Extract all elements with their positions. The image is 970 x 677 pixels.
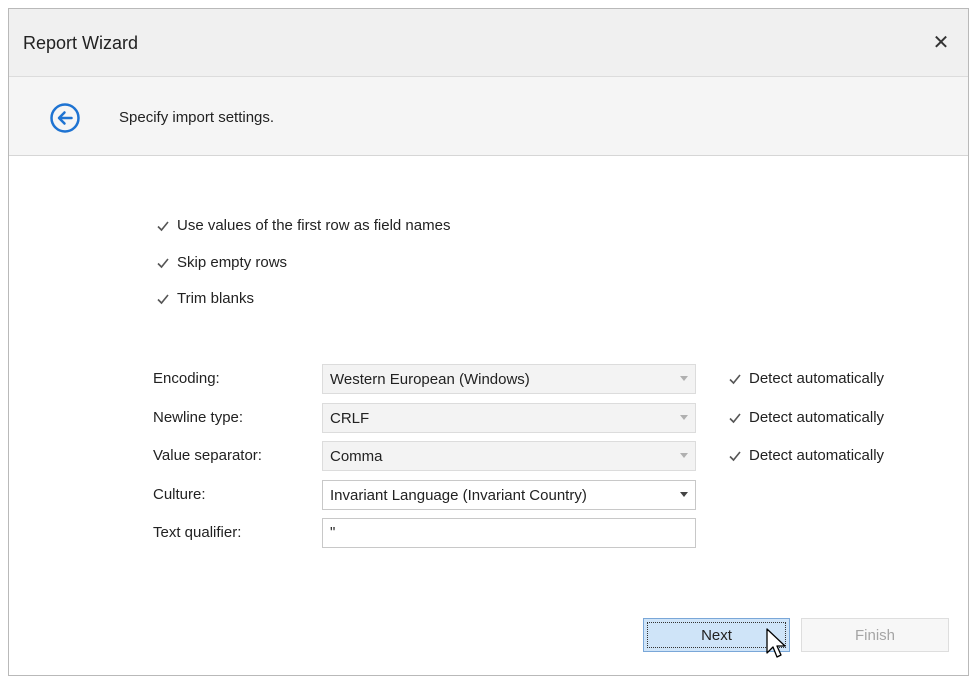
- culture-label: Culture:: [153, 486, 206, 503]
- checkmark-icon[interactable]: [727, 410, 743, 426]
- culture-select[interactable]: Invariant Language (Invariant Country): [322, 480, 696, 510]
- encoding-label: Encoding:: [153, 370, 220, 387]
- close-icon[interactable]: ✕: [930, 31, 952, 54]
- newline-detect-checkbox[interactable]: Detect automatically: [727, 409, 884, 426]
- checkmark-icon[interactable]: [155, 218, 171, 234]
- detect-label: Detect automatically: [749, 409, 885, 426]
- mouse-pointer-icon: [766, 628, 786, 658]
- detect-label: Detect automatically: [749, 447, 885, 464]
- wizard-header: Specify import settings.: [9, 77, 968, 156]
- separator-select[interactable]: Comma: [322, 441, 696, 471]
- chevron-down-icon: [680, 492, 688, 497]
- encoding-select[interactable]: Western European (Windows): [322, 364, 696, 394]
- option-first-row-field-names[interactable]: Use values of the first row as field nam…: [155, 217, 450, 234]
- option-label: Trim blanks: [177, 290, 254, 307]
- chevron-down-icon: [680, 415, 688, 420]
- option-label: Skip empty rows: [177, 254, 288, 271]
- checkmark-icon[interactable]: [155, 291, 171, 307]
- option-trim-blanks[interactable]: Trim blanks: [155, 290, 254, 307]
- separator-detect-checkbox[interactable]: Detect automatically: [727, 447, 884, 464]
- checkmark-icon[interactable]: [727, 448, 743, 464]
- report-wizard-window: Report Wizard ✕ Specify import settings.: [8, 8, 969, 676]
- encoding-value: Western European (Windows): [330, 371, 530, 388]
- separator-value: Comma: [330, 448, 383, 465]
- text-qualifier-label: Text qualifier:: [153, 524, 242, 541]
- newline-label: Newline type:: [153, 409, 244, 426]
- newline-value: CRLF: [330, 410, 370, 427]
- back-arrow-circle-icon[interactable]: [49, 102, 81, 134]
- culture-value: Invariant Language (Invariant Country): [330, 487, 587, 504]
- title-bar: Report Wizard ✕: [9, 9, 968, 77]
- finish-button-label: Finish: [854, 626, 895, 644]
- option-skip-empty-rows[interactable]: Skip empty rows: [155, 254, 287, 271]
- finish-button[interactable]: Finish: [801, 618, 949, 652]
- page-subtitle: Specify import settings.: [119, 109, 275, 126]
- encoding-detect-checkbox[interactable]: Detect automatically: [727, 370, 884, 387]
- detect-label: Detect automatically: [749, 370, 885, 387]
- chevron-down-icon: [680, 453, 688, 458]
- checkmark-icon[interactable]: [155, 255, 171, 271]
- separator-label: Value separator:: [153, 447, 262, 464]
- option-label: Use values of the first row as field nam…: [177, 217, 451, 234]
- text-qualifier-input[interactable]: ": [322, 518, 696, 548]
- newline-select[interactable]: CRLF: [322, 403, 696, 433]
- checkmark-icon[interactable]: [727, 371, 743, 387]
- window-title: Report Wizard: [23, 33, 139, 53]
- chevron-down-icon: [680, 376, 688, 381]
